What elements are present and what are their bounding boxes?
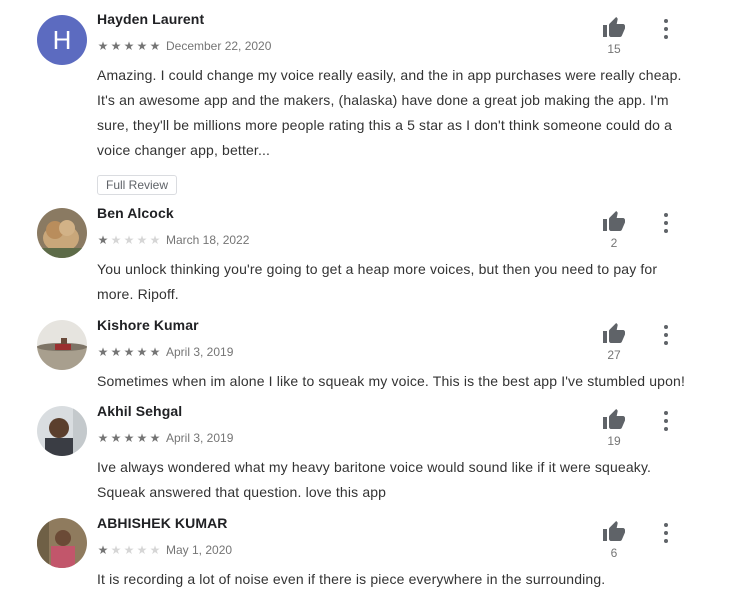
review-date: May 1, 2020 (166, 543, 233, 557)
helpful-count: 19 (607, 434, 621, 448)
helpful-button[interactable]: 2 (600, 210, 628, 250)
review-date: April 3, 2019 (166, 345, 234, 359)
review-meta: ★ ★ ★ ★ ★ December 22, 2020 (97, 39, 272, 53)
star-icon: ★ (123, 39, 135, 53)
thumbs-up-icon (603, 17, 625, 37)
thumbs-up-icon (603, 521, 625, 541)
dog-avatar-image (37, 208, 87, 258)
star-icon: ★ (149, 39, 161, 53)
thumbs-up-icon (603, 323, 625, 343)
review-meta: ★ ★ ★ ★ ★ April 3, 2019 (97, 345, 234, 359)
helpful-count: 6 (610, 546, 618, 560)
helpful-button[interactable]: 27 (600, 322, 628, 362)
star-rating: ★ ★ ★ ★ ★ (97, 432, 161, 444)
review-text: It is recording a lot of noise even if t… (97, 571, 606, 587)
star-icon: ★ (97, 543, 109, 557)
star-icon: ★ (97, 345, 109, 359)
review-text: Amazing. I could change my voice really … (97, 67, 682, 158)
review-date: March 18, 2022 (166, 233, 250, 247)
reviewer-name: Kishore Kumar (97, 317, 199, 333)
star-icon: ★ (136, 345, 148, 359)
more-options-button[interactable] (660, 523, 672, 545)
star-icon: ★ (149, 543, 161, 557)
star-icon: ★ (97, 431, 109, 445)
star-rating: ★ ★ ★ ★ ★ (97, 40, 161, 52)
star-icon: ★ (97, 233, 109, 247)
star-icon: ★ (149, 431, 161, 445)
review-text: You unlock thinking you're going to get … (97, 261, 658, 302)
review-meta: ★ ★ ★ ★ ★ March 18, 2022 (97, 233, 250, 247)
helpful-count: 15 (607, 42, 621, 56)
star-icon: ★ (136, 39, 148, 53)
helpful-button[interactable]: 15 (600, 16, 628, 56)
review-date: April 3, 2019 (166, 431, 234, 445)
review-text: Sometimes when im alone I like to squeak… (97, 373, 686, 389)
star-icon: ★ (110, 39, 122, 53)
reviewer-name: Ben Alcock (97, 205, 174, 221)
star-icon: ★ (110, 345, 122, 359)
star-icon: ★ (97, 39, 109, 53)
avatar-letter: H (52, 24, 72, 55)
avatar[interactable] (37, 406, 87, 456)
reviewer-name: Hayden Laurent (97, 11, 205, 27)
star-icon: ★ (110, 233, 122, 247)
thumbs-up-icon (603, 211, 625, 231)
star-icon: ★ (123, 431, 135, 445)
star-icon: ★ (149, 233, 161, 247)
more-options-button[interactable] (660, 213, 672, 235)
helpful-button[interactable]: 19 (600, 408, 628, 448)
star-icon: ★ (136, 233, 148, 247)
more-options-button[interactable] (660, 325, 672, 347)
star-icon: ★ (123, 233, 135, 247)
avatar[interactable] (37, 320, 87, 370)
helpful-button[interactable]: 6 (600, 520, 628, 560)
full-review-button[interactable]: Full Review (97, 175, 178, 195)
helpful-count: 27 (607, 348, 621, 362)
helpful-count: 2 (610, 236, 618, 250)
reviewer-name: ABHISHEK KUMAR (97, 515, 228, 531)
avatar[interactable] (37, 208, 87, 258)
more-options-button[interactable] (660, 411, 672, 433)
star-icon: ★ (110, 431, 122, 445)
star-icon: ★ (123, 543, 135, 557)
avatar[interactable] (37, 518, 87, 568)
star-icon: ★ (136, 543, 148, 557)
star-rating: ★ ★ ★ ★ ★ (97, 234, 161, 246)
reviewer-name: Akhil Sehgal (97, 403, 183, 419)
more-options-button[interactable] (660, 19, 672, 41)
star-icon: ★ (110, 543, 122, 557)
review-meta: ★ ★ ★ ★ ★ April 3, 2019 (97, 431, 234, 445)
star-icon: ★ (136, 431, 148, 445)
landscape-avatar-image (37, 320, 87, 370)
person-avatar-image (37, 406, 87, 456)
star-icon: ★ (123, 345, 135, 359)
avatar[interactable]: H (37, 15, 87, 65)
person-avatar-image (37, 518, 87, 568)
review-text: Ive always wondered what my heavy barito… (97, 459, 652, 500)
review-date: December 22, 2020 (166, 39, 272, 53)
star-rating: ★ ★ ★ ★ ★ (97, 544, 161, 556)
star-rating: ★ ★ ★ ★ ★ (97, 346, 161, 358)
review-meta: ★ ★ ★ ★ ★ May 1, 2020 (97, 543, 232, 557)
star-icon: ★ (149, 345, 161, 359)
thumbs-up-icon (603, 409, 625, 429)
